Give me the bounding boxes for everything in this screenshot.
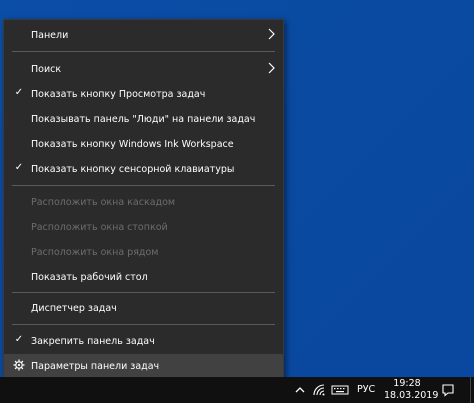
menu-item-label: Расположить окна рядом — [31, 246, 159, 258]
wifi-icon[interactable] — [312, 383, 326, 397]
menu-item-show-touch-keyboard[interactable]: ✓ Показать кнопку сенсорной клавиатуры — [4, 158, 283, 180]
menu-item-label: Диспетчер задач — [31, 302, 117, 314]
menu-item-panels[interactable]: Панели — [4, 24, 283, 46]
notification-icon[interactable] — [441, 383, 455, 397]
menu-item-label: Поиск — [31, 63, 62, 75]
menu-item-search[interactable]: Поиск — [4, 58, 283, 80]
gear-icon — [13, 359, 25, 371]
menu-separator — [12, 185, 275, 186]
show-desktop-button[interactable] — [470, 377, 474, 403]
chevron-right-icon — [268, 62, 275, 74]
checkmark-icon: ✓ — [14, 162, 24, 173]
menu-item-label: Показать кнопку Просмотра задач — [31, 88, 206, 100]
menu-item-stack-windows: Расположить окна стопкой — [4, 216, 283, 238]
menu-item-taskbar-settings[interactable]: Параметры панели задач — [4, 354, 283, 378]
menu-item-label: Показывать панель "Люди" на панели задач — [31, 113, 256, 125]
menu-item-cascade-windows: Расположить окна каскадом — [4, 191, 283, 213]
menu-item-label: Закрепить панель задач — [31, 335, 155, 347]
menu-item-show-task-view[interactable]: ✓ Показать кнопку Просмотра задач — [4, 83, 283, 105]
taskbar-context-menu: Панели Поиск ✓ Показать кнопку Просмотра… — [3, 19, 284, 381]
chevron-up-icon[interactable] — [293, 383, 307, 397]
menu-item-label: Параметры панели задач — [31, 360, 160, 372]
menu-item-lock-taskbar[interactable]: ✓ Закрепить панель задач — [4, 330, 283, 352]
menu-separator — [12, 324, 275, 325]
menu-item-label: Показать кнопку Windows Ink Workspace — [31, 138, 234, 150]
taskbar: РУС 19:28 18.03.2019 — [0, 377, 474, 403]
clock-time: 19:28 — [393, 378, 421, 389]
menu-separator — [12, 292, 275, 293]
menu-item-label: Показать рабочий стол — [31, 271, 148, 283]
checkmark-icon: ✓ — [14, 334, 24, 345]
checkmark-icon: ✓ — [14, 87, 24, 98]
menu-item-side-by-side-windows: Расположить окна рядом — [4, 241, 283, 263]
menu-item-label: Расположить окна каскадом — [31, 196, 176, 208]
menu-item-show-ink-workspace[interactable]: Показать кнопку Windows Ink Workspace — [4, 133, 283, 155]
menu-item-show-desktop[interactable]: Показать рабочий стол — [4, 266, 283, 288]
menu-item-label: Панели — [31, 29, 69, 41]
menu-item-task-manager[interactable]: Диспетчер задач — [4, 297, 283, 319]
language-indicator[interactable]: РУС — [357, 384, 375, 395]
menu-item-show-people[interactable]: Показывать панель "Люди" на панели задач — [4, 108, 283, 130]
keyboard-icon[interactable] — [331, 383, 349, 397]
chevron-right-icon — [268, 28, 275, 40]
menu-item-label: Показать кнопку сенсорной клавиатуры — [31, 163, 235, 175]
menu-separator — [12, 51, 275, 52]
menu-item-label: Расположить окна стопкой — [31, 221, 168, 233]
clock-date: 18.03.2019 — [384, 390, 439, 401]
